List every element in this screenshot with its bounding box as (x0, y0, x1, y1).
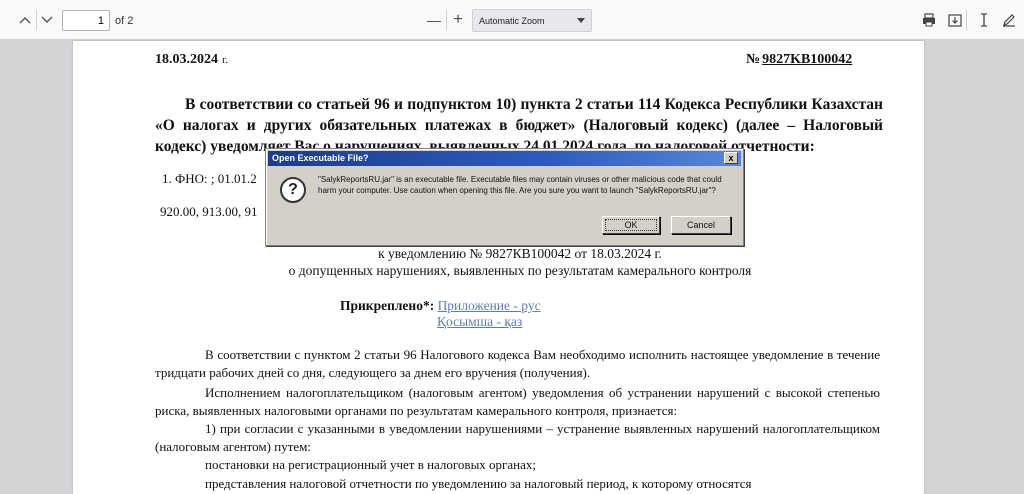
print-button[interactable] (920, 11, 938, 29)
plus-icon: + (453, 11, 463, 28)
attachment-kz-row: Қосымша - қаз (437, 314, 522, 330)
number-prefix: № (746, 52, 761, 67)
zoom-out-button[interactable]: — (425, 11, 443, 29)
dialog-message: "SalykReportsRU.jar" is an executable fi… (318, 175, 722, 195)
number-value: 9827KB100042 (762, 52, 853, 67)
violations-line: о допущенных нарушениях, выявленных по р… (288, 263, 752, 278)
dialog-close-button[interactable]: x (724, 152, 738, 164)
paragraph-reporting: представления налоговой отчетности по ув… (205, 476, 752, 491)
save-button[interactable] (946, 11, 964, 29)
document-number: № 9827KB100042 (746, 52, 852, 68)
question-icon: ? (280, 177, 306, 203)
fno-line: 1. ФНО: ; 01.01.2 (162, 171, 257, 186)
close-icon: x (728, 153, 734, 163)
save-icon (948, 14, 962, 27)
notice-line: к уведомлению № 9827КВ100042 от 18.03.20… (378, 246, 662, 261)
dialog-title-bar: Open Executable File? x (268, 151, 741, 166)
page-number-input[interactable] (62, 10, 110, 31)
codes-line: 920.00, 913.00, 91 (160, 204, 258, 219)
text-select-button[interactable] (975, 11, 993, 29)
attachment-link-ru[interactable]: Приложение - рус (438, 298, 541, 313)
zoom-value: Automatic Zoom (479, 15, 545, 26)
print-icon (923, 13, 935, 27)
text-cursor-icon (981, 13, 987, 27)
dialog-title: Open Executable File? (272, 153, 369, 163)
paragraph-consent: 1) при согласии с указанными в уведомлен… (155, 421, 880, 454)
zoom-select[interactable]: Automatic Zoom (472, 9, 592, 32)
previous-page-button[interactable] (16, 11, 34, 29)
pen-icon (1003, 14, 1015, 27)
next-page-button[interactable] (38, 11, 56, 29)
date-suffix: г. (222, 54, 229, 66)
page-count: of 2 (115, 15, 134, 27)
attachment-link-kz[interactable]: Қосымша - қаз (437, 314, 522, 329)
toolbar-separator (36, 10, 37, 30)
paragraph-execution: Исполнением налогоплательщиком (налоговы… (155, 385, 880, 418)
chevron-down-icon (41, 16, 53, 23)
draw-button[interactable] (1000, 11, 1018, 29)
pdf-toolbar: of 2 — + Automatic Zoom (0, 0, 1024, 40)
ok-button[interactable]: OK (602, 216, 660, 234)
cancel-button[interactable]: Cancel (671, 216, 731, 234)
document-date: 18.03.2024 г. (155, 52, 228, 68)
minus-icon: — (427, 12, 441, 28)
paragraph-deadline: В соответствии с пунктом 2 статьи 96 Нал… (155, 347, 880, 380)
paragraph-registration: постановки на регистрационный учет в нал… (205, 457, 536, 472)
toolbar-separator (966, 10, 967, 30)
open-executable-dialog: Open Executable File? x ? "SalykReportsR… (265, 148, 744, 246)
attached-label: Прикреплено*: (340, 298, 435, 313)
chevron-up-icon (19, 17, 31, 24)
toolbar-separator (446, 10, 447, 30)
zoom-in-button[interactable]: + (449, 11, 467, 29)
attachments: Прикреплено*: Приложение - рус (340, 298, 541, 314)
dropdown-arrow-icon (577, 18, 585, 23)
date-value: 18.03.2024 (155, 52, 218, 67)
